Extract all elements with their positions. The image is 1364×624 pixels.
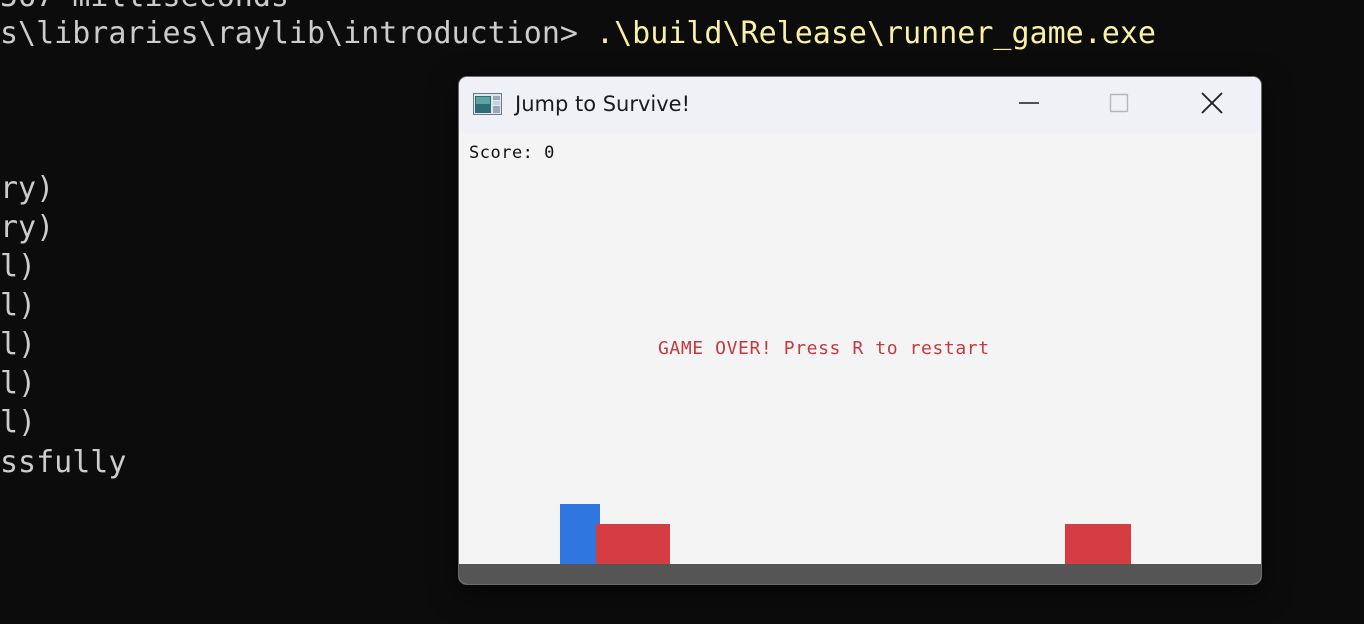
terminal-command: .\build\Release\runner_game.exe <box>596 16 1156 51</box>
score-label: Score: 0 <box>469 143 555 163</box>
app-icon <box>473 93 502 115</box>
terminal-output-line: l) <box>0 327 37 362</box>
game-canvas[interactable]: Score: 0 GAME OVER! Press R to restart <box>459 133 1261 584</box>
window-title: Jump to Survive! <box>515 92 691 116</box>
terminal-output-line: ssfully <box>0 445 127 480</box>
player-block <box>560 504 600 564</box>
maximize-button[interactable] <box>1073 77 1165 133</box>
minimize-icon <box>1018 92 1040 119</box>
window-titlebar[interactable]: Jump to Survive! <box>459 77 1261 133</box>
ground-strip <box>459 564 1261 584</box>
minimize-button[interactable] <box>983 77 1075 133</box>
terminal-line: 567 milliseconds <box>0 0 289 16</box>
maximize-icon <box>1108 92 1130 119</box>
game-window[interactable]: Jump to Survive! Score: 0 GAME OVER! Pre… <box>458 76 1262 585</box>
obstacle-block <box>596 524 670 564</box>
terminal-output-line: ry) <box>0 171 55 206</box>
game-over-message: GAME OVER! Press R to restart <box>658 338 990 359</box>
terminal-prompt-path: s\libraries\raylib\introduction> <box>0 16 597 51</box>
terminal-output-line: l) <box>0 366 37 401</box>
close-icon <box>1201 91 1223 119</box>
terminal-prompt-line: s\libraries\raylib\introduction> .\build… <box>0 15 1156 53</box>
terminal-output-line: l) <box>0 405 37 440</box>
close-button[interactable] <box>1166 77 1258 133</box>
terminal-output-line: ry) <box>0 210 55 245</box>
obstacle-block <box>1065 524 1131 564</box>
terminal-output-line: l) <box>0 249 37 284</box>
terminal-output-line: l) <box>0 288 37 323</box>
